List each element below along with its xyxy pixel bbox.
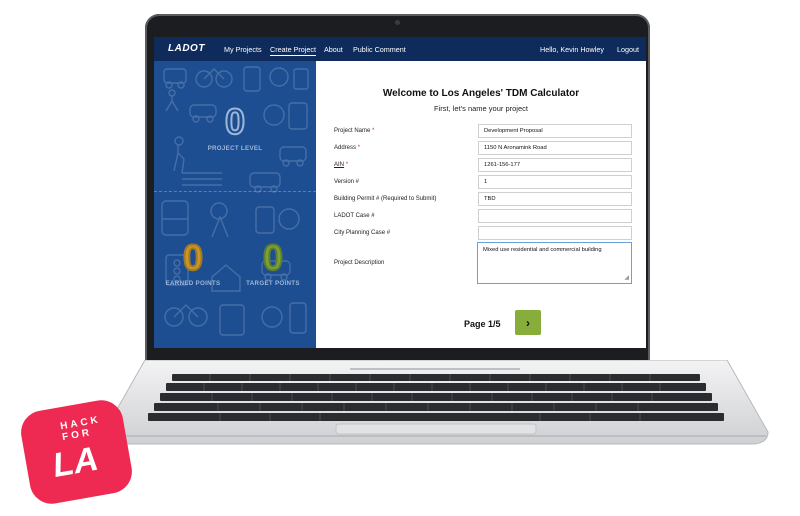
page-title: Welcome to Los Angeles' TDM Calculator bbox=[382, 88, 580, 99]
hack-for-la-logo: HACK FOR LA bbox=[17, 396, 136, 508]
project-name-label: Project Name * bbox=[334, 128, 375, 134]
version-label: Version # bbox=[334, 179, 360, 185]
nav-about[interactable]: About bbox=[324, 45, 343, 54]
chevron-right-icon: › bbox=[526, 315, 530, 330]
top-navbar: LADOT My Projects Create Project About P… bbox=[154, 37, 646, 61]
ain-field[interactable]: 1261-156-177 bbox=[478, 158, 632, 172]
city-planning-case-field[interactable] bbox=[478, 226, 632, 240]
target-points-value: 0 bbox=[262, 236, 284, 279]
ladot-logo[interactable]: LADOT bbox=[168, 43, 205, 54]
webcam-icon bbox=[395, 20, 400, 25]
city-planning-case-label: City Planning Case # bbox=[334, 230, 391, 236]
project-name-field[interactable]: Development Proposal bbox=[478, 124, 632, 138]
ain-label: AIN * bbox=[334, 162, 349, 168]
logout-link[interactable]: Logout bbox=[617, 45, 639, 54]
nav-create-project[interactable]: Create Project bbox=[270, 45, 316, 56]
la-text: LA bbox=[49, 439, 102, 485]
version-field[interactable]: 1 bbox=[478, 175, 632, 189]
building-permit-field[interactable]: TBD bbox=[478, 192, 632, 206]
user-greeting: Hello, Kevin Howley bbox=[540, 45, 604, 54]
project-description-label: Project Description bbox=[334, 260, 385, 266]
hack-for-text: HACK FOR bbox=[59, 414, 102, 444]
keyboard-deck-icon bbox=[103, 360, 769, 445]
laptop-screen: LADOT My Projects Create Project About P… bbox=[154, 37, 646, 348]
page-indicator: Page 1/5 bbox=[464, 319, 501, 329]
panel-divider bbox=[154, 191, 316, 192]
project-form: Welcome to Los Angeles' TDM Calculator F… bbox=[316, 61, 646, 348]
project-description-field[interactable]: Mixed use residential and commercial bui… bbox=[477, 242, 632, 284]
earned-points-label: EARNED POINTS bbox=[165, 280, 221, 287]
address-field[interactable]: 1150 N Aronamink Road bbox=[478, 141, 632, 155]
project-level-value: 0 bbox=[224, 100, 246, 143]
ladot-case-field[interactable] bbox=[478, 209, 632, 223]
resize-grip-icon[interactable]: ◢ bbox=[624, 274, 629, 281]
laptop-base bbox=[100, 360, 772, 450]
score-panel: 0 PROJECT LEVEL 0 EARNED POINTS 0 TARGET… bbox=[154, 61, 316, 348]
project-description-text: Mixed use residential and commercial bui… bbox=[483, 247, 602, 253]
page-subtitle: First, let's name your project bbox=[434, 104, 528, 113]
nav-my-projects[interactable]: My Projects bbox=[224, 45, 262, 54]
building-permit-label: Building Permit # (Required to Submit) bbox=[334, 196, 437, 202]
address-label: Address * bbox=[334, 145, 361, 151]
project-level-label: PROJECT LEVEL bbox=[207, 145, 263, 152]
nav-public-comment[interactable]: Public Comment bbox=[353, 45, 406, 54]
target-points-label: TARGET POINTS bbox=[246, 280, 300, 287]
next-page-button[interactable]: › bbox=[515, 310, 541, 335]
ladot-case-label: LADOT Case # bbox=[334, 213, 375, 219]
earned-points-value: 0 bbox=[182, 236, 204, 279]
